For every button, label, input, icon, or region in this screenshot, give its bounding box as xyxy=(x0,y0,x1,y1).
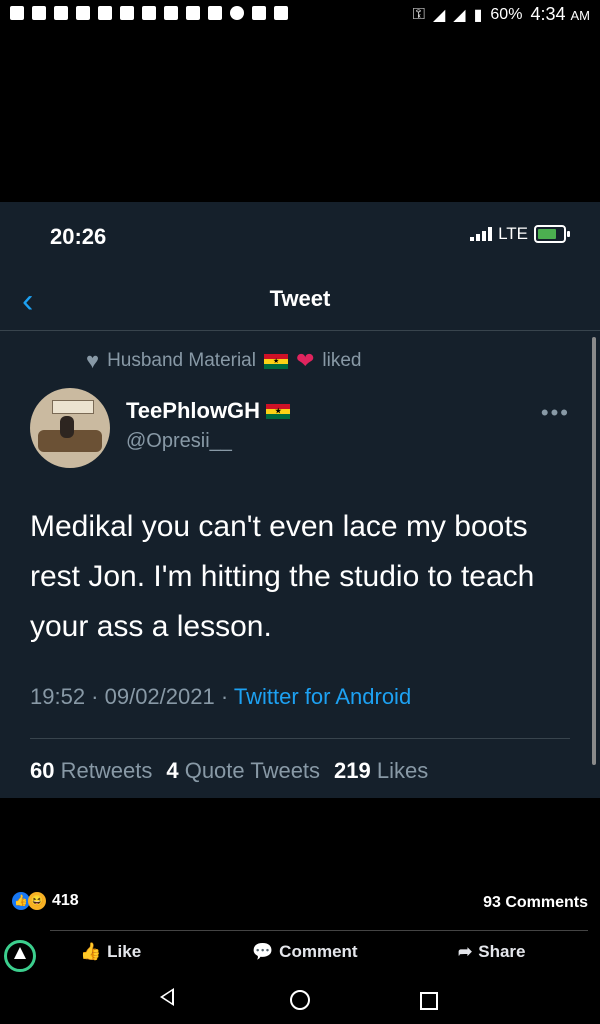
key-icon: ⚿ xyxy=(412,5,425,23)
ghana-flag-icon: ★ xyxy=(263,353,288,369)
tweet-header: ‹ Tweet xyxy=(0,276,600,331)
liked-by-row: ♥ Husband Material ★ ❤ liked xyxy=(86,348,362,374)
download-icon xyxy=(274,6,288,20)
reactions-count: 418 xyxy=(52,892,79,909)
battery-tip xyxy=(567,231,570,237)
network-type: LTE xyxy=(498,224,528,243)
post-actions: 👍 Like 💬 Comment ➦ Share xyxy=(0,940,600,970)
whatsapp-icon xyxy=(230,6,244,20)
signal-icon: ◢ xyxy=(453,6,466,24)
thumbs-up-icon: 👍 xyxy=(80,942,102,961)
divider xyxy=(50,930,588,931)
tweet-screenshot: 20:26 LTE ‹ Tweet ♥ Husband Material ★ ❤… xyxy=(0,202,600,798)
reactions-summary[interactable]: 👍 😆 418 xyxy=(12,892,79,910)
share-button[interactable]: ➦ Share xyxy=(458,942,526,962)
tweet-meta: 19:52 · 09/02/2021 · Twitter for Android xyxy=(30,684,411,710)
n-app-icon xyxy=(32,6,46,20)
nav-home-icon[interactable] xyxy=(290,990,310,1010)
avatar[interactable] xyxy=(30,388,110,468)
scrollbar[interactable] xyxy=(592,337,596,765)
ghana-flag-icon: ★ xyxy=(266,403,291,419)
battery-icon: ▮ xyxy=(473,6,483,24)
ios-indicators: LTE xyxy=(470,224,570,244)
likes-stat[interactable]: 219 Likes xyxy=(334,758,428,784)
battery-percent: 60% xyxy=(490,5,523,23)
like-button[interactable]: 👍 Like xyxy=(80,942,141,962)
heart-icon: ♥ xyxy=(86,348,100,373)
facebook-icon xyxy=(98,6,112,20)
facebook-icon xyxy=(76,6,90,20)
divider xyxy=(30,738,570,739)
quotes-stat[interactable]: 4 Quote Tweets xyxy=(166,758,320,784)
image-icon xyxy=(208,6,222,20)
battery-icon xyxy=(534,225,566,243)
android-nav-bar xyxy=(0,980,600,1024)
haha-reaction-icon: 😆 xyxy=(28,892,46,910)
facebook-icon xyxy=(186,6,200,20)
signal-icon: ◢ xyxy=(432,6,446,24)
facebook-icon xyxy=(164,6,178,20)
user-name[interactable]: TeePhlowGH ★ xyxy=(126,398,291,424)
tweet-stats: 60 Retweets 4 Quote Tweets 219 Likes xyxy=(30,758,428,784)
user-handle[interactable]: @Opresii__ xyxy=(126,430,232,453)
nav-back-icon-inner xyxy=(163,991,172,1003)
share-arrow-icon: ➦ xyxy=(458,942,473,961)
twitter-icon xyxy=(252,6,266,20)
liker-name[interactable]: Husband Material xyxy=(107,350,256,372)
comments-count[interactable]: 93 Comments xyxy=(483,894,588,912)
page-title: Tweet xyxy=(269,286,331,311)
comment-button[interactable]: 💬 Comment xyxy=(252,942,358,962)
ios-clock: 20:26 xyxy=(50,224,107,249)
system-indicators: ⚿ ◢ ◢ ▮ 60% 4:34 AM xyxy=(413,4,590,25)
cell-signal-icon xyxy=(470,227,493,241)
notification-icons xyxy=(10,6,288,20)
messages-icon xyxy=(10,6,24,20)
tweet-source[interactable]: Twitter for Android xyxy=(234,684,411,709)
avatar-frames xyxy=(52,400,94,414)
more-options-icon[interactable]: ••• xyxy=(541,400,570,426)
speech-bubble-icon: 💬 xyxy=(252,942,274,961)
red-heart-icon: ❤ xyxy=(295,348,315,373)
facebook-icon xyxy=(54,6,68,20)
liked-action: liked xyxy=(322,350,362,371)
android-status-bar: ⚿ ◢ ◢ ▮ 60% 4:34 AM xyxy=(0,0,600,30)
facebook-icon xyxy=(142,6,156,20)
retweets-stat[interactable]: 60 Retweets xyxy=(30,758,152,784)
avatar-person xyxy=(60,416,74,438)
nav-recents-icon[interactable] xyxy=(420,992,438,1010)
tweet-text: Medikal you can't even lace my boots res… xyxy=(30,510,535,643)
tweet-timestamp: 19:52 · 09/02/2021 · xyxy=(30,684,234,709)
clock: 4:34 AM xyxy=(530,4,590,24)
upload-icon xyxy=(120,6,134,20)
